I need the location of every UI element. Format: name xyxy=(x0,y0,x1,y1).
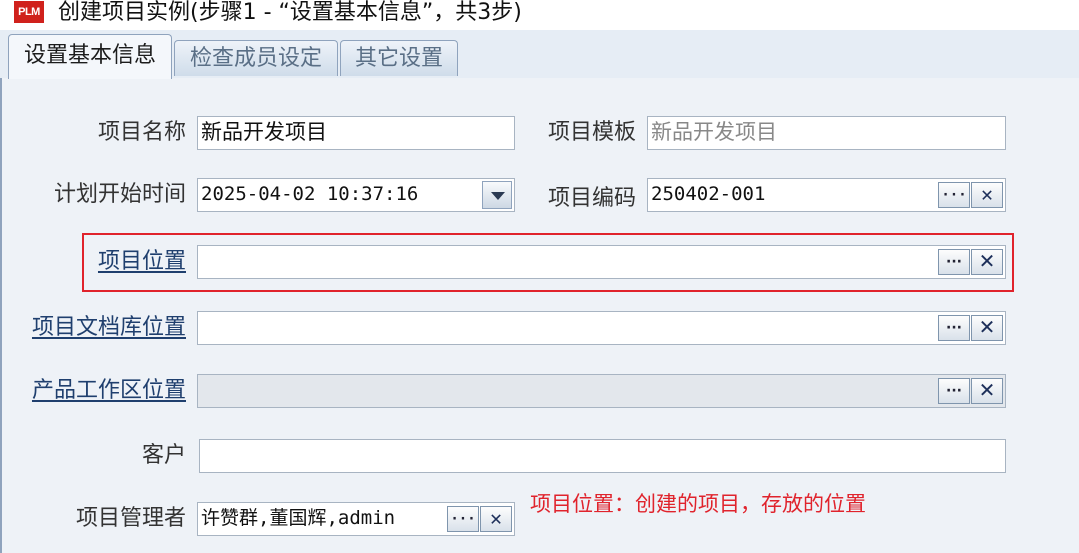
product-workspace-clear-button[interactable]: ✕ xyxy=(971,378,1003,404)
project-manager-input[interactable]: 许赞群,董国辉,admin ··· ✕ xyxy=(197,502,515,536)
project-location-label[interactable]: 项目位置 xyxy=(60,245,186,279)
title-bar: PLM 创建项目实例(步骤1 - “设置基本信息”，共3步) xyxy=(0,0,1079,30)
annotation-note: 项目位置：创建的项目，存放的位置 xyxy=(530,492,866,516)
doc-library-clear-button[interactable]: ✕ xyxy=(971,315,1003,341)
project-code-value: 250402-001 xyxy=(651,183,766,205)
project-manager-clear-button[interactable]: ✕ xyxy=(480,506,512,532)
plan-start-time-label: 计划开始时间 xyxy=(53,182,186,207)
doc-library-browse-button[interactable]: ··· xyxy=(938,315,970,341)
tab-basic-info[interactable]: 设置基本信息 xyxy=(8,34,172,79)
plm-logo-icon: PLM xyxy=(14,1,44,23)
project-manager-browse-button[interactable]: ··· xyxy=(447,506,479,532)
doc-library-location-input[interactable]: ··· ✕ xyxy=(197,311,1006,345)
plan-start-time-value: 2025-04-02 10:37:16 xyxy=(201,183,419,205)
project-code-label: 项目编码 xyxy=(547,186,636,211)
customer-input[interactable] xyxy=(199,439,1006,473)
customer-label: 客户 xyxy=(141,443,186,468)
tab-other-settings[interactable]: 其它设置 xyxy=(340,40,458,76)
project-location-input[interactable]: ··· ✕ xyxy=(197,245,1006,279)
product-workspace-location-label[interactable]: 产品工作区位置 xyxy=(10,374,186,408)
product-workspace-location-input[interactable]: ··· ✕ xyxy=(197,374,1006,408)
project-code-browse-button[interactable]: ··· xyxy=(938,182,970,208)
tab-strip: 设置基本信息 检查成员设定 其它设置 xyxy=(0,30,1079,79)
project-location-browse-button[interactable]: ··· xyxy=(938,249,970,275)
project-code-input[interactable]: 250402-001 ··· ✕ xyxy=(647,178,1006,212)
doc-library-location-label[interactable]: 项目文档库位置 xyxy=(10,311,186,345)
project-manager-label: 项目管理者 xyxy=(75,506,186,531)
project-name-input[interactable]: 新品开发项目 xyxy=(197,116,515,150)
project-location-clear-button[interactable]: ✕ xyxy=(971,249,1003,275)
project-code-clear-button[interactable]: ✕ xyxy=(971,182,1003,208)
project-template-field: 新品开发项目 xyxy=(647,116,1006,150)
project-name-label: 项目名称 xyxy=(97,120,186,145)
window-title: 创建项目实例(步骤1 - “设置基本信息”，共3步) xyxy=(58,0,522,25)
chevron-down-icon[interactable] xyxy=(482,181,512,209)
tab-member-settings[interactable]: 检查成员设定 xyxy=(174,40,338,76)
project-manager-value: 许赞群,董国辉,admin xyxy=(201,507,396,529)
plan-start-time-dropdown[interactable]: 2025-04-02 10:37:16 xyxy=(197,178,515,212)
product-workspace-browse-button[interactable]: ··· xyxy=(938,378,970,404)
project-template-label: 项目模板 xyxy=(547,120,636,145)
